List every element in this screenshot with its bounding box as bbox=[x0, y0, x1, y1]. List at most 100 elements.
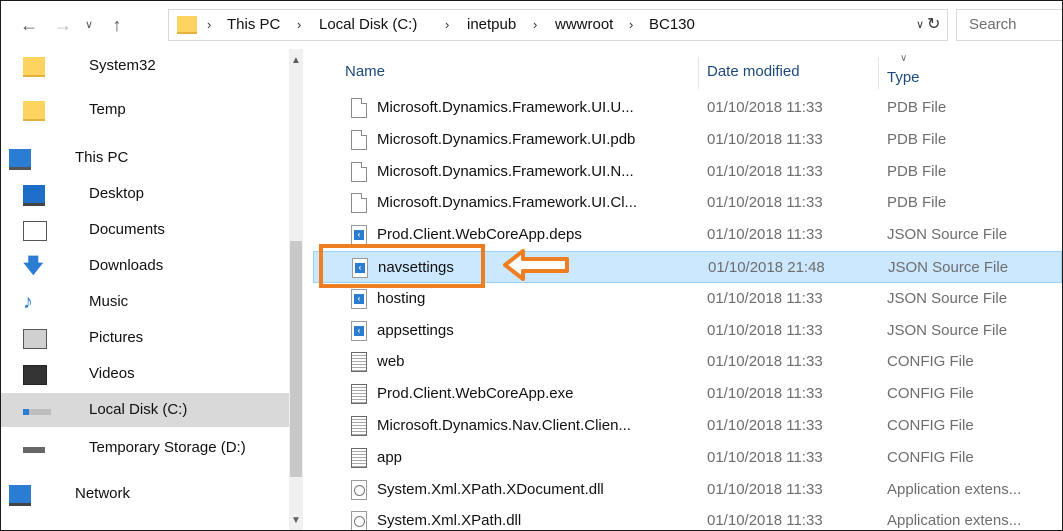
breadcrumb-wwwroot[interactable]: wwwroot bbox=[555, 10, 613, 40]
downloads-icon: 🡇 bbox=[23, 255, 44, 277]
file-type: PDB File bbox=[887, 162, 947, 180]
file-list: ∨ Name Date modified Type Microsoft.Dyna… bbox=[303, 49, 1062, 530]
file-row[interactable]: ‹ appsettings 01/10/2018 11:33 JSON Source … bbox=[313, 315, 1062, 347]
nav-item-local-disk-c[interactable]: Local Disk (C:) bbox=[1, 393, 289, 427]
file-row[interactable]: app 01/10/2018 11:33 CONFIG File bbox=[313, 442, 1062, 474]
json-file-icon: ‹ bbox=[351, 225, 367, 246]
recent-locations-chevron-icon[interactable]: ∨ bbox=[81, 9, 97, 41]
file-icon bbox=[351, 161, 367, 182]
file-row[interactable]: Microsoft.Dynamics.Framework.UI.pdb 01/10… bbox=[313, 124, 1062, 156]
file-type: PDB File bbox=[887, 194, 947, 212]
scrollbar-thumb[interactable] bbox=[290, 241, 302, 477]
dll-file-icon bbox=[351, 511, 367, 530]
file-type: Application extens... bbox=[887, 512, 1022, 530]
file-row[interactable]: System.Xml.XPath.dll 01/10/2018 11:33 Appl… bbox=[313, 505, 1062, 530]
nav-item-label: Downloads bbox=[89, 257, 164, 274]
file-row[interactable]: Microsoft.Dynamics.Framework.UI.N... 01/1… bbox=[313, 156, 1062, 188]
file-type: CONFIG File bbox=[887, 448, 974, 466]
nav-item-documents[interactable]: Documents bbox=[1, 213, 289, 247]
back-arrow-icon[interactable]: ← bbox=[17, 9, 41, 41]
breadcrumb-separator-icon: › bbox=[533, 17, 538, 32]
column-header-type[interactable]: Type bbox=[887, 69, 920, 86]
config-file-icon bbox=[351, 447, 367, 468]
folder-icon bbox=[23, 101, 45, 121]
file-row[interactable]: Microsoft.Dynamics.Framework.UI.Cl... 01/… bbox=[313, 187, 1062, 219]
nav-item-videos[interactable]: Videos bbox=[1, 357, 289, 391]
nav-item-pictures[interactable]: Pictures bbox=[1, 321, 289, 355]
file-name: app bbox=[377, 448, 403, 466]
column-header-name[interactable]: Name bbox=[345, 63, 385, 80]
nav-item-label: Documents bbox=[89, 221, 165, 238]
file-date-modified: 01/10/2018 11:33 bbox=[707, 448, 823, 466]
file-explorer-window: ← → ∨ ↑ › This PC › Local Disk (C:) › in… bbox=[0, 0, 1063, 531]
file-type: PDB File bbox=[887, 99, 947, 116]
breadcrumb-this-pc[interactable]: This PC bbox=[227, 10, 280, 40]
nav-item-this-pc[interactable]: This PC bbox=[1, 141, 289, 175]
json-file-icon: ‹ bbox=[351, 288, 367, 309]
file-name: System.Xml.XPath.dll bbox=[377, 512, 522, 530]
nav-item-downloads[interactable]: 🡇 Downloads bbox=[1, 249, 289, 283]
nav-item-music[interactable]: ♪ Music bbox=[1, 285, 289, 319]
documents-icon bbox=[23, 221, 47, 241]
breadcrumb-local-disk[interactable]: Local Disk (C:) bbox=[319, 10, 417, 40]
breadcrumb-inetpub[interactable]: inetpub bbox=[467, 10, 516, 40]
scroll-down-icon[interactable]: ▼ bbox=[289, 515, 303, 526]
nav-item-system32[interactable]: System32 bbox=[1, 49, 289, 83]
scroll-up-icon[interactable]: ▲ bbox=[289, 55, 303, 66]
refresh-icon[interactable]: ↻ bbox=[927, 10, 940, 40]
navigation-scrollbar[interactable]: ▲ ▼ bbox=[289, 49, 303, 530]
json-file-icon: ‹ bbox=[351, 320, 367, 341]
file-date-modified: 01/10/2018 11:33 bbox=[707, 353, 823, 371]
nav-item-label: Videos bbox=[89, 365, 135, 382]
file-name: Microsoft.Dynamics.Nav.Client.Clien... bbox=[377, 417, 631, 434]
address-dropdown-chevron-icon[interactable]: ∨ bbox=[916, 10, 924, 40]
file-row[interactable]: System.Xml.XPath.XDocument.dll 01/10/2018… bbox=[313, 474, 1062, 506]
column-divider[interactable] bbox=[698, 57, 699, 89]
nav-item-network[interactable]: Network bbox=[1, 477, 289, 511]
videos-icon bbox=[23, 365, 47, 385]
file-name: appsettings bbox=[377, 321, 454, 339]
file-date-modified: 01/10/2018 11:33 bbox=[707, 321, 823, 339]
pictures-icon bbox=[23, 329, 47, 349]
file-type: JSON Source File bbox=[887, 289, 1008, 307]
file-name: System.Xml.XPath.XDocument.dll bbox=[377, 480, 604, 498]
up-arrow-icon[interactable]: ↑ bbox=[105, 9, 129, 41]
column-header-date-modified[interactable]: Date modified bbox=[707, 63, 800, 80]
file-name: Prod.Client.WebCoreApp.exe bbox=[377, 385, 574, 403]
network-icon bbox=[9, 485, 31, 506]
nav-item-label: Pictures bbox=[89, 329, 144, 346]
navigation-pane: System32 Temp This PC Desktop Documents 🡇 Down… bbox=[1, 49, 303, 530]
nav-item-temp[interactable]: Temp bbox=[1, 93, 289, 127]
sort-chevron-icon: ∨ bbox=[900, 53, 908, 64]
file-date-modified: 01/10/2018 11:33 bbox=[707, 512, 823, 530]
nav-item-label: Music bbox=[89, 293, 129, 310]
file-row[interactable]: Microsoft.Dynamics.Nav.Client.Clien... 01… bbox=[313, 410, 1062, 442]
nav-item-label: Temp bbox=[89, 101, 126, 118]
forward-arrow-icon[interactable]: → bbox=[51, 9, 75, 41]
file-date-modified: 01/10/2018 11:33 bbox=[707, 289, 823, 307]
highlight-box bbox=[319, 244, 485, 288]
file-row[interactable]: Prod.Client.WebCoreApp.exe 01/10/2018 11:… bbox=[313, 378, 1062, 410]
file-name: Microsoft.Dynamics.Framework.UI.N... bbox=[377, 162, 634, 180]
file-name: web bbox=[377, 353, 405, 371]
column-divider[interactable] bbox=[878, 57, 879, 89]
search-box[interactable]: Search bbox=[956, 9, 1062, 41]
file-icon bbox=[351, 129, 367, 150]
nav-item-desktop[interactable]: Desktop bbox=[1, 177, 289, 211]
desktop-icon bbox=[23, 185, 45, 206]
file-date-modified: 01/10/2018 21:48 bbox=[708, 259, 825, 276]
file-row[interactable]: Microsoft.Dynamics.Framework.UI.U... 01/1… bbox=[313, 92, 1062, 124]
file-type: JSON Source File bbox=[887, 226, 1008, 244]
breadcrumb-bc130[interactable]: BC130 bbox=[649, 10, 695, 40]
music-icon: ♪ bbox=[23, 291, 33, 313]
address-bar[interactable]: › This PC › Local Disk (C:) › inetpub › … bbox=[168, 9, 948, 41]
nav-item-temporary-storage-d[interactable]: Temporary Storage (D:) bbox=[1, 431, 289, 465]
file-row[interactable]: web 01/10/2018 11:33 CONFIG File bbox=[313, 346, 1062, 378]
nav-item-label: Temporary Storage (D:) bbox=[89, 439, 246, 456]
folder-icon bbox=[177, 16, 197, 34]
nav-item-label: System32 bbox=[89, 57, 156, 74]
file-type: Application extens... bbox=[887, 480, 1022, 498]
file-name: Microsoft.Dynamics.Framework.UI.Cl... bbox=[377, 194, 638, 212]
file-name: Microsoft.Dynamics.Framework.UI.U... bbox=[377, 99, 634, 116]
nav-item-label: Network bbox=[75, 485, 131, 502]
